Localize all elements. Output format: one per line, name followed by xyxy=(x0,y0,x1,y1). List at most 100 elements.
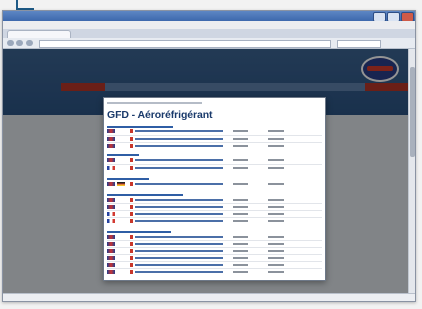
flag-uk-icon xyxy=(107,205,115,209)
pdf-icon xyxy=(130,182,133,186)
navigation-toolbar xyxy=(3,38,415,49)
row-divider xyxy=(107,268,322,269)
size-value xyxy=(233,167,248,169)
pdf-icon xyxy=(130,235,133,239)
pdf-icon xyxy=(130,129,133,133)
document-link[interactable] xyxy=(135,130,223,132)
flag-uk-icon xyxy=(107,256,115,260)
status-bar xyxy=(3,293,415,301)
pdf-icon xyxy=(130,198,133,202)
pdf-icon xyxy=(130,205,133,209)
flag-uk-icon xyxy=(107,235,115,239)
flag-uk-icon xyxy=(107,144,115,148)
address-bar[interactable] xyxy=(39,40,331,48)
browser-window: GFD - Aéroréfrigérant xyxy=(2,10,416,302)
date-value xyxy=(268,138,284,140)
row-divider xyxy=(107,254,322,255)
document-link[interactable] xyxy=(135,271,223,273)
date-value xyxy=(268,199,284,201)
size-value xyxy=(233,130,248,132)
tab-bar xyxy=(3,29,415,39)
date-value xyxy=(268,183,284,185)
flag-uk-icon xyxy=(107,137,115,141)
forward-icon[interactable] xyxy=(16,40,23,46)
date-value xyxy=(268,264,284,266)
page-scrollbar[interactable] xyxy=(408,49,415,293)
flag-uk-icon xyxy=(107,242,115,246)
document-link[interactable] xyxy=(135,199,223,201)
document-link[interactable] xyxy=(135,138,223,140)
date-value xyxy=(268,250,284,252)
menu-bar xyxy=(3,21,415,29)
modal-title: GFD - Aéroréfrigérant xyxy=(107,109,213,121)
document-link[interactable] xyxy=(135,206,223,208)
row-divider xyxy=(107,210,322,211)
row-divider xyxy=(107,164,322,165)
section-header xyxy=(107,194,183,196)
section-header xyxy=(107,178,149,180)
size-value xyxy=(233,243,248,245)
pdf-icon xyxy=(130,212,133,216)
flag-uk-icon xyxy=(107,182,115,186)
flag-de-icon xyxy=(117,182,125,186)
size-value xyxy=(233,257,248,259)
flag-uk-icon xyxy=(107,129,115,133)
pdf-icon xyxy=(130,263,133,267)
reload-icon[interactable] xyxy=(26,40,33,46)
size-value xyxy=(233,183,248,185)
pdf-icon xyxy=(130,242,133,246)
section-header xyxy=(107,231,171,233)
modal-header-line xyxy=(107,102,202,104)
document-link[interactable] xyxy=(135,159,223,161)
pdf-icon xyxy=(130,144,133,148)
document-link[interactable] xyxy=(135,213,223,215)
size-value xyxy=(233,213,248,215)
section-header xyxy=(107,154,139,156)
size-value xyxy=(233,138,248,140)
row-divider xyxy=(107,217,322,218)
document-link[interactable] xyxy=(135,257,223,259)
document-modal: GFD - Aéroréfrigérant xyxy=(103,97,326,281)
pdf-icon xyxy=(130,256,133,260)
date-value xyxy=(268,271,284,273)
row-divider xyxy=(107,240,322,241)
document-link[interactable] xyxy=(135,264,223,266)
flag-uk-icon xyxy=(107,270,115,274)
date-value xyxy=(268,145,284,147)
row-divider xyxy=(107,247,322,248)
flag-uk-icon xyxy=(107,158,115,162)
document-link[interactable] xyxy=(135,243,223,245)
document-link[interactable] xyxy=(135,167,223,169)
document-link[interactable] xyxy=(135,250,223,252)
date-value xyxy=(268,236,284,238)
document-link[interactable] xyxy=(135,236,223,238)
row-divider xyxy=(107,261,322,262)
document-link[interactable] xyxy=(135,183,223,185)
date-value xyxy=(268,220,284,222)
date-value xyxy=(268,167,284,169)
size-value xyxy=(233,220,248,222)
document-link[interactable] xyxy=(135,145,223,147)
back-icon[interactable] xyxy=(7,40,14,46)
flag-uk-icon xyxy=(107,198,115,202)
row-divider xyxy=(107,203,322,204)
date-value xyxy=(268,257,284,259)
pdf-icon xyxy=(130,270,133,274)
flag-fr-icon xyxy=(107,219,115,223)
flag-fr-icon xyxy=(107,212,115,216)
section-header xyxy=(107,126,173,128)
pdf-icon xyxy=(130,158,133,162)
date-value xyxy=(268,213,284,215)
window-titlebar xyxy=(3,11,415,22)
row-divider xyxy=(107,142,322,143)
flag-fr-icon xyxy=(107,166,115,170)
date-value xyxy=(268,130,284,132)
search-box[interactable] xyxy=(337,40,381,48)
document-link[interactable] xyxy=(135,220,223,222)
row-divider xyxy=(107,135,322,136)
date-value xyxy=(268,159,284,161)
size-value xyxy=(233,236,248,238)
pdf-icon xyxy=(130,219,133,223)
scrollbar-thumb[interactable] xyxy=(410,67,415,157)
size-value xyxy=(233,199,248,201)
